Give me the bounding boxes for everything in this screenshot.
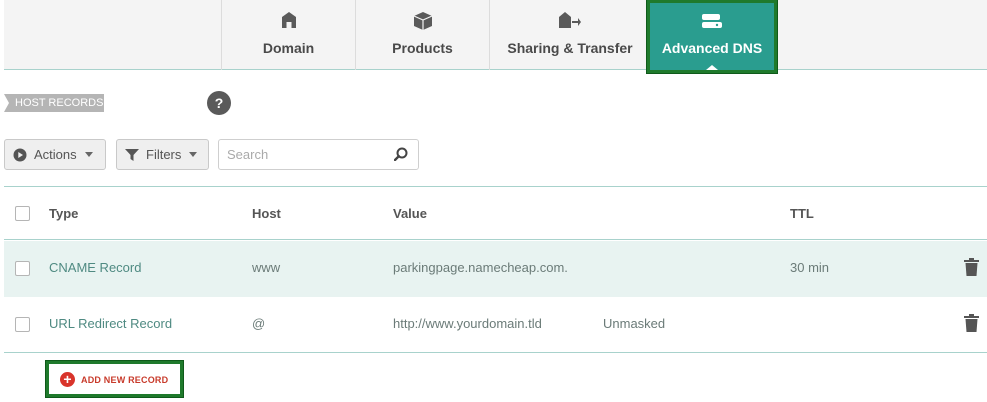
chevron-down-icon xyxy=(189,152,198,157)
record-type: CNAME Record xyxy=(49,260,142,275)
tab-label: Products xyxy=(392,40,453,56)
search-icon[interactable] xyxy=(393,147,408,166)
play-circle-icon xyxy=(13,148,27,161)
house-transfer-icon xyxy=(559,12,581,28)
record-value: http://www.yourdomain.tld xyxy=(393,316,542,331)
tab-label: Advanced DNS xyxy=(661,40,763,56)
column-host: Host xyxy=(252,206,281,221)
section-tag: HOST RECORDS xyxy=(4,94,104,112)
column-value: Value xyxy=(393,206,427,221)
tab-products[interactable]: Products xyxy=(355,0,489,70)
table-header: Type Host Value TTL xyxy=(4,186,987,240)
tab-label: Sharing & Transfer xyxy=(507,40,633,56)
record-host: www xyxy=(252,260,281,275)
select-all-checkbox[interactable] xyxy=(15,206,30,221)
record-type: URL Redirect Record xyxy=(49,316,173,331)
box-icon xyxy=(413,12,432,30)
trash-icon[interactable] xyxy=(964,314,979,337)
plus-circle-icon: + xyxy=(60,372,75,387)
filters-label: Filters xyxy=(146,147,182,162)
record-host: @ xyxy=(252,316,266,331)
search-box xyxy=(218,139,419,170)
record-value: parkingpage.namecheap.com. xyxy=(393,260,568,275)
home-icon xyxy=(281,12,296,28)
tab-sharing-transfer[interactable]: Sharing & Transfer xyxy=(489,0,651,70)
row-checkbox[interactable] xyxy=(15,317,30,332)
filter-icon xyxy=(125,148,139,161)
table-row[interactable]: CNAME Record www parkingpage.namecheap.c… xyxy=(4,241,987,297)
trash-icon[interactable] xyxy=(964,258,979,281)
add-new-record-label: ADD NEW RECORD xyxy=(81,375,169,385)
help-icon[interactable]: ? xyxy=(207,91,231,115)
actions-button[interactable]: Actions xyxy=(4,139,106,170)
tab-advanced-dns[interactable]: Advanced DNS xyxy=(647,0,777,73)
server-icon xyxy=(702,14,722,28)
table-row[interactable]: URL Redirect Record @ http://www.yourdom… xyxy=(4,297,987,353)
tab-domain[interactable]: Domain xyxy=(221,0,355,70)
active-tab-caret xyxy=(706,65,718,70)
tab-bar: Domain Products Sharing & Transfer xyxy=(4,0,987,70)
actions-label: Actions xyxy=(34,147,77,162)
row-checkbox[interactable] xyxy=(15,261,30,276)
filters-button[interactable]: Filters xyxy=(116,139,209,170)
column-ttl: TTL xyxy=(790,206,814,221)
record-redirect-type[interactable]: Unmasked xyxy=(603,316,665,331)
record-ttl: 30 min xyxy=(790,260,830,275)
column-type: Type xyxy=(49,206,79,221)
chevron-down-icon xyxy=(84,152,93,157)
add-new-record-button[interactable]: + ADD NEW RECORD xyxy=(46,361,183,397)
tab-label: Domain xyxy=(262,40,315,56)
search-input[interactable] xyxy=(227,147,387,162)
